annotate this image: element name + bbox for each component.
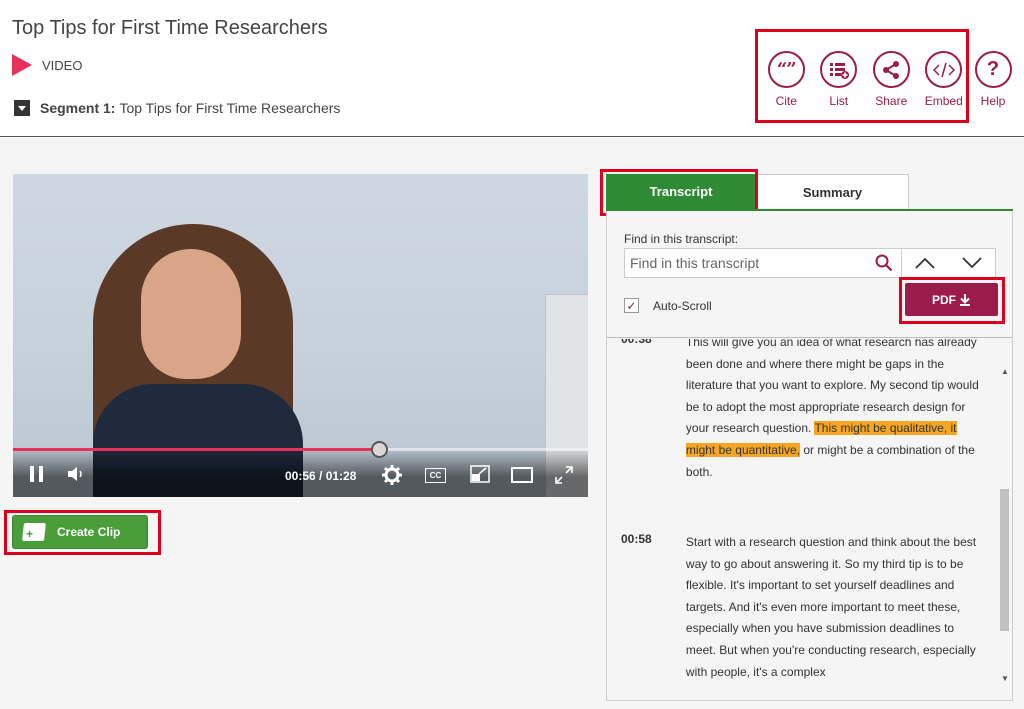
autoscroll-toggle[interactable]: ✓ Auto-Scroll: [624, 298, 712, 313]
chevron-up-icon[interactable]: [915, 257, 935, 269]
captions-button[interactable]: CC: [425, 468, 446, 483]
help-button[interactable]: ? Help: [972, 51, 1014, 108]
pdf-label: PDF: [932, 292, 956, 307]
volume-button[interactable]: [67, 466, 85, 485]
pdf-download-button[interactable]: PDF: [905, 283, 998, 316]
help-label: Help: [980, 94, 1006, 108]
fullscreen-icon: [555, 466, 573, 484]
share-button[interactable]: Share: [865, 51, 918, 108]
pause-button[interactable]: [29, 465, 45, 486]
list-add-icon: [820, 51, 858, 88]
picture-in-picture-icon: [470, 465, 490, 483]
chevron-down-icon[interactable]: [962, 257, 982, 269]
volume-icon: [68, 467, 82, 481]
find-input[interactable]: [625, 249, 902, 277]
segment-selector[interactable]: Segment 1: Top Tips for First Time Resea…: [14, 100, 340, 116]
transcript-finder: Find in this transcript: ✓ Auto-Scroll P…: [606, 211, 1013, 338]
progress-bar[interactable]: [13, 441, 588, 458]
find-label: Find in this transcript:: [624, 232, 739, 246]
segment-title: Top Tips for First Time Researchers: [119, 100, 341, 116]
segment-text: This will give you an idea of what resea…: [685, 339, 979, 479]
progress-handle[interactable]: [370, 441, 388, 458]
autoscroll-checkbox[interactable]: ✓: [624, 298, 639, 313]
tab-summary[interactable]: Summary: [756, 174, 909, 209]
code-icon: [925, 51, 963, 88]
search-icon[interactable]: [875, 254, 893, 277]
video-player[interactable]: 00:56 / 01:28 CC: [13, 174, 588, 497]
page-title: Top Tips for First Time Researchers: [12, 17, 328, 39]
segment-text: Start with a research question and think…: [685, 535, 977, 679]
list-label: List: [829, 94, 849, 108]
theater-mode-button[interactable]: [511, 467, 533, 486]
fullscreen-button[interactable]: [555, 466, 573, 487]
create-clip-button[interactable]: + Create Clip: [12, 515, 148, 549]
progress-fill: [13, 448, 379, 451]
embed-button[interactable]: Embed: [918, 51, 971, 108]
segment-time[interactable]: 00:38: [621, 339, 686, 483]
settings-button[interactable]: [382, 465, 402, 488]
transcript-segment: 00:38 This will give you an idea of what…: [621, 339, 981, 483]
video-person-face: [141, 249, 241, 379]
transcript-scrollbar[interactable]: ▲ ▼: [996, 339, 1012, 699]
transcript-segment: 00:58 Start with a research question and…: [621, 532, 981, 683]
pip-button[interactable]: [470, 465, 490, 486]
embed-label: Embed: [924, 94, 963, 108]
scroll-thumb[interactable]: [1000, 489, 1009, 631]
find-box: [624, 248, 996, 278]
segment-label: Segment 1:: [40, 100, 116, 116]
quote-icon: “”: [767, 51, 805, 88]
download-icon: [960, 293, 970, 306]
video-play-icon: [12, 54, 32, 76]
question-icon: ?: [974, 51, 1012, 88]
theater-icon: [511, 467, 533, 483]
dropdown-icon[interactable]: [14, 100, 30, 116]
create-clip-label: Create Clip: [57, 525, 121, 539]
cite-button[interactable]: “” Cite: [760, 51, 813, 108]
toolbar: “” Cite List Share Embed: [760, 51, 970, 108]
media-type-label: VIDEO: [42, 57, 83, 73]
find-nav: [902, 249, 995, 277]
share-label: Share: [875, 94, 908, 108]
list-button[interactable]: List: [813, 51, 866, 108]
gear-icon: [382, 465, 402, 485]
clip-ticket-icon: +: [22, 523, 46, 541]
transcript-panel: 00:38 This will give you an idea of what…: [606, 339, 1013, 701]
media-type-row: VIDEO: [12, 54, 82, 76]
scroll-down-icon[interactable]: ▼: [1001, 674, 1009, 683]
cite-label: Cite: [775, 94, 797, 108]
header: Top Tips for First Time Researchers VIDE…: [0, 0, 1024, 137]
main-area: 00:56 / 01:28 CC + Create Clip Transcrip…: [0, 138, 1024, 709]
autoscroll-label: Auto-Scroll: [653, 298, 712, 313]
time-display: 00:56 / 01:28: [285, 469, 357, 483]
share-icon: [872, 51, 910, 88]
scroll-up-icon[interactable]: ▲: [1001, 367, 1009, 376]
segment-time[interactable]: 00:58: [621, 532, 686, 683]
pause-icon: [30, 466, 43, 482]
